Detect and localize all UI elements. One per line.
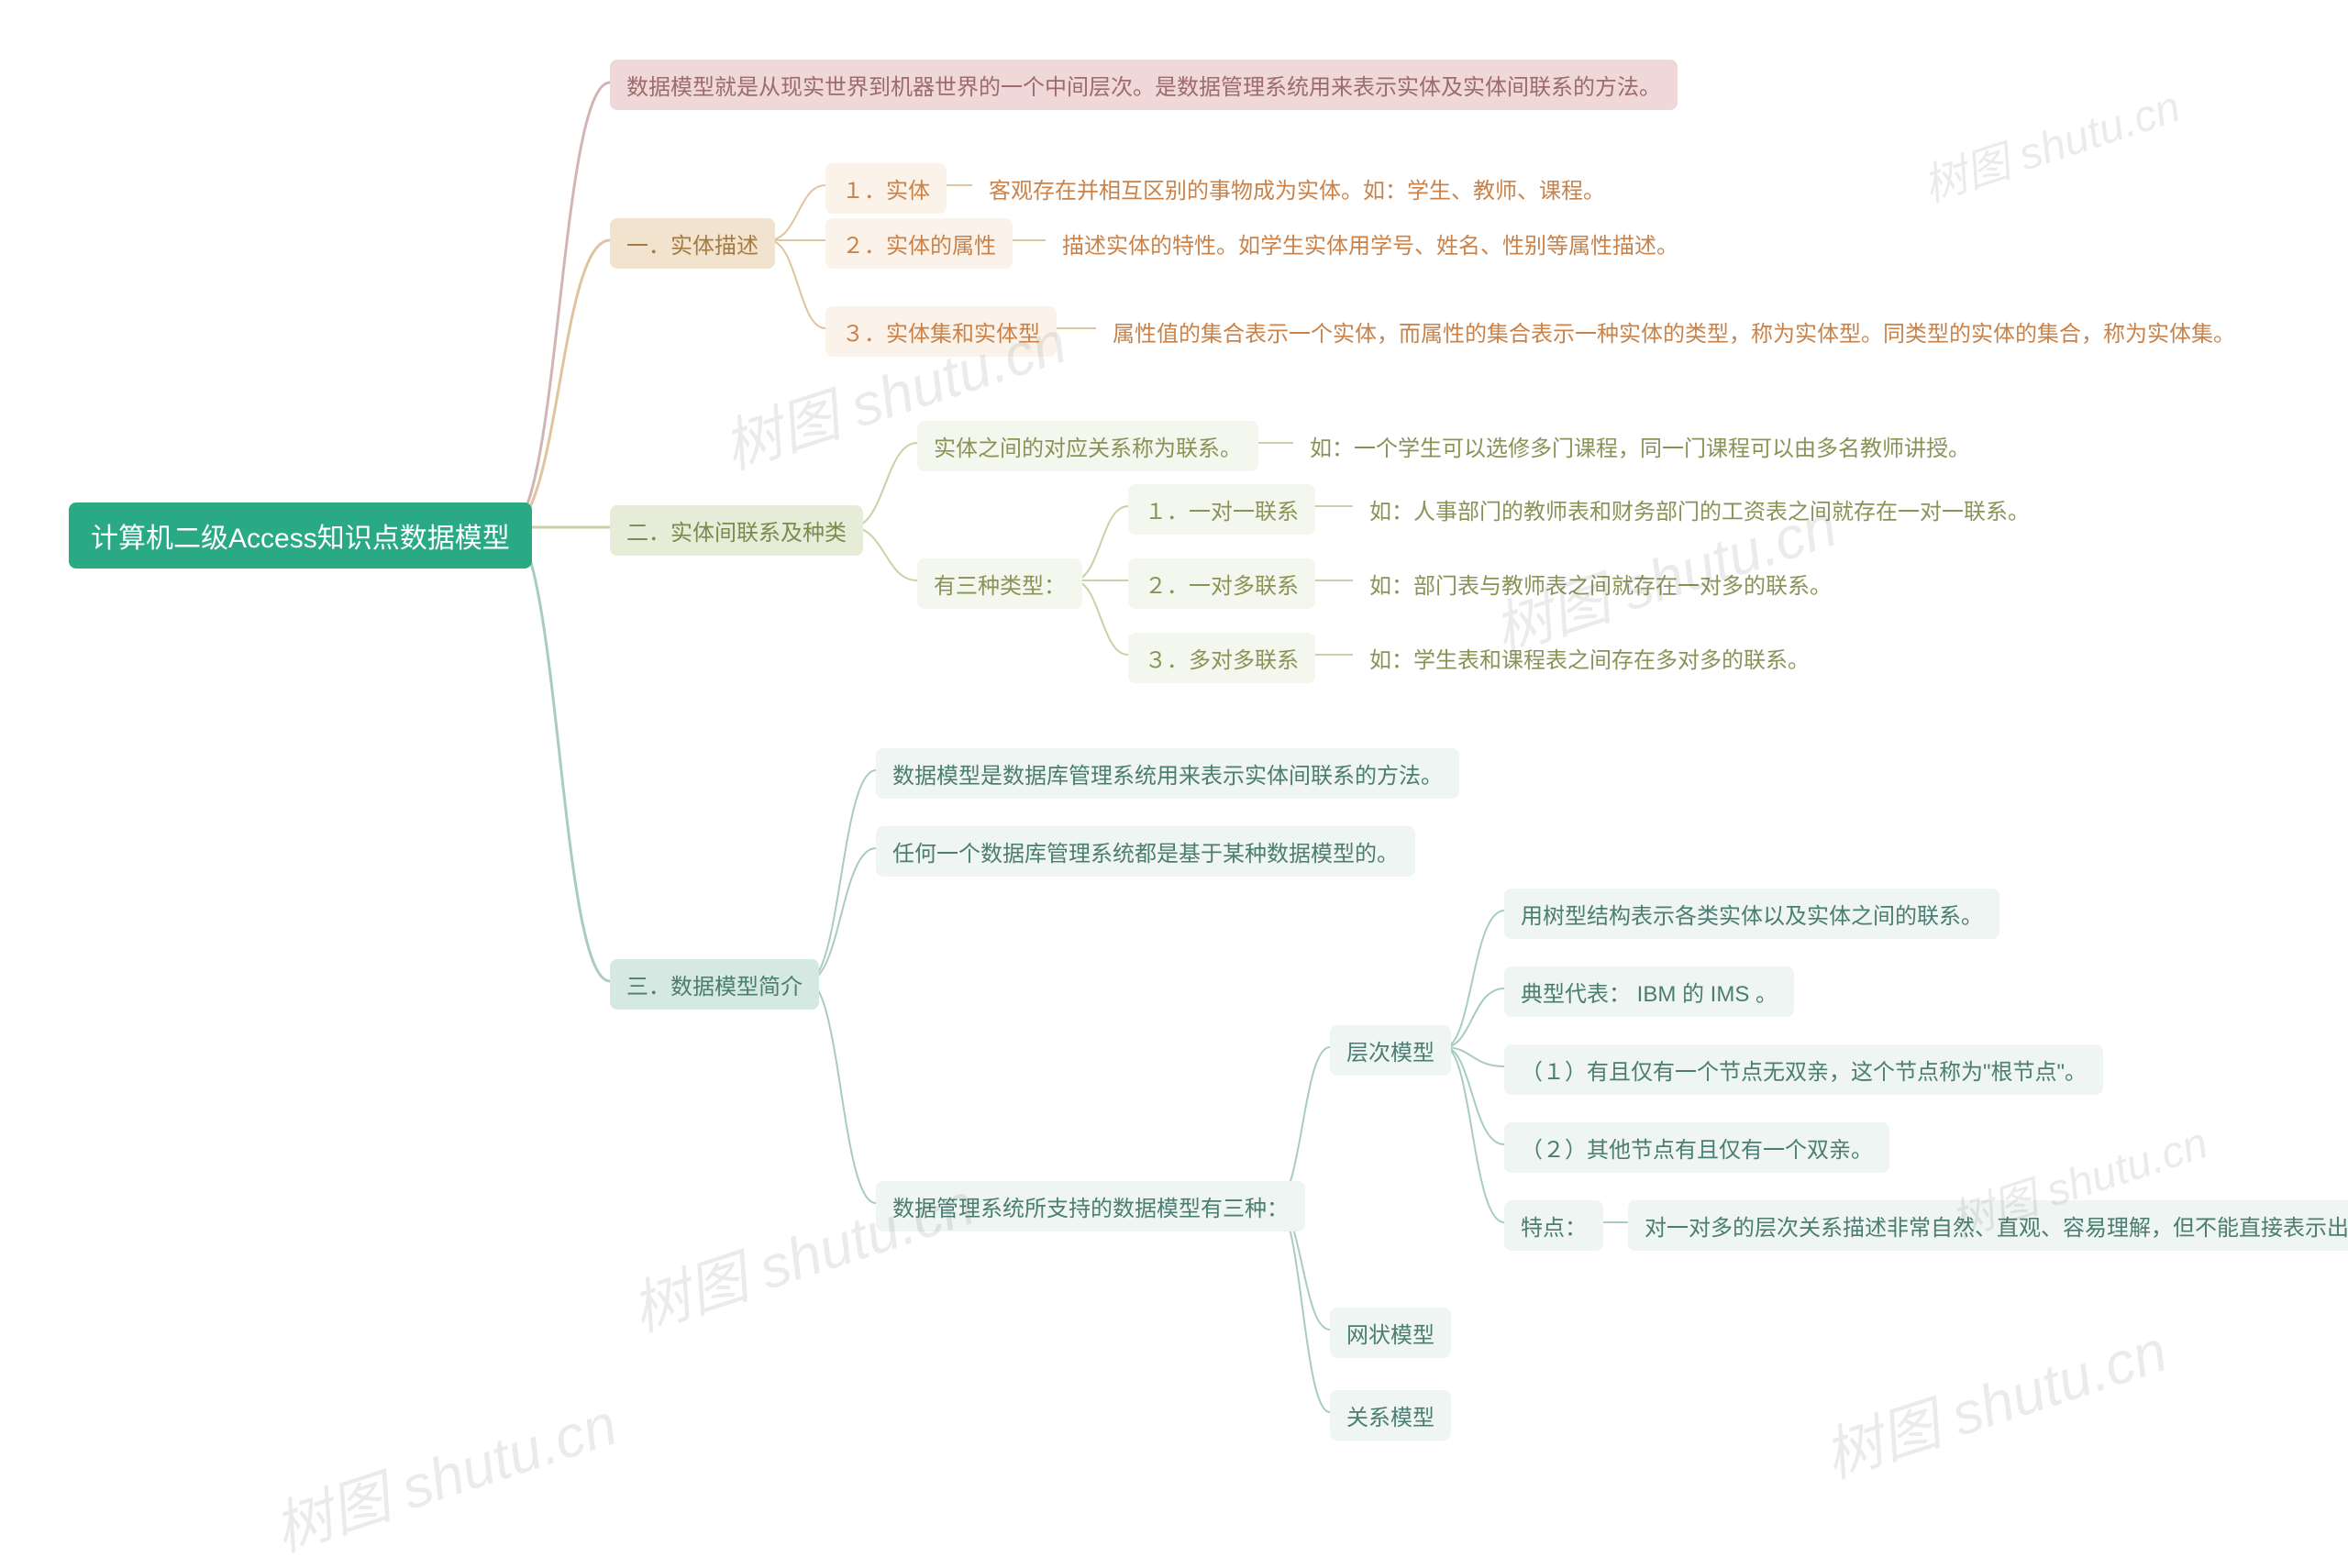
branch-entity-desc[interactable]: 一．实体描述 xyxy=(610,218,775,269)
b2-p2-label[interactable]: 有三种类型： xyxy=(917,558,1082,609)
b3-s2[interactable]: 任何一个数据库管理系统都是基于某种数据模型的。 xyxy=(876,826,1415,877)
b3-m3[interactable]: 关系模型 xyxy=(1330,1390,1451,1441)
b3-m1-d5-text: 对一对多的层次关系描述非常自然、直观、容易理解，但不能直接表示出多对多的联系。 xyxy=(1628,1200,2348,1251)
root-node[interactable]: 计算机二级Access知识点数据模型 xyxy=(69,502,532,569)
b3-m1-d5-label[interactable]: 特点： xyxy=(1504,1200,1603,1251)
b2-t2-text: 如：部门表与教师表之间就存在一对多的联系。 xyxy=(1353,558,1848,609)
b3-s3-label[interactable]: 数据管理系统所支持的数据模型有三种： xyxy=(876,1181,1305,1231)
b2-p1-label[interactable]: 实体之间的对应关系称为联系。 xyxy=(917,421,1258,471)
b1-i3-text: 属性值的集合表示一个实体，而属性的集合表示一种实体的类型，称为实体型。同类型的实… xyxy=(1096,306,2252,357)
branch-data-model[interactable]: 三．数据模型简介 xyxy=(610,959,819,1010)
b3-s1[interactable]: 数据模型是数据库管理系统用来表示实体间联系的方法。 xyxy=(876,748,1459,799)
b3-m1-label[interactable]: 层次模型 xyxy=(1330,1025,1451,1076)
watermark: 树图 shutu.cn xyxy=(1811,1304,2176,1494)
b2-t3-label[interactable]: ３．多对多联系 xyxy=(1128,633,1315,683)
b2-t1-label[interactable]: １．一对一联系 xyxy=(1128,484,1315,535)
b1-i1-text: 客观存在并相互区别的事物成为实体。如：学生、教师、课程。 xyxy=(972,163,1622,214)
b2-t1-text: 如：人事部门的教师表和财务部门的工资表之间就存在一对一联系。 xyxy=(1353,484,2046,535)
branch-intro[interactable]: 数据模型就是从现实世界到机器世界的一个中间层次。是数据管理系统用来表示实体及实体… xyxy=(610,60,1678,110)
b1-i2-text: 描述实体的特性。如学生实体用学号、姓名、性别等属性描述。 xyxy=(1046,218,1695,269)
b3-m1-d4: （２）其他节点有且仅有一个双亲。 xyxy=(1504,1122,1889,1173)
watermark: 树图 shutu.cn xyxy=(1913,71,2187,214)
b2-t3-text: 如：学生表和课程表之间存在多对多的联系。 xyxy=(1353,633,1826,683)
b1-i2-label[interactable]: ２．实体的属性 xyxy=(825,218,1013,269)
b2-t2-label[interactable]: ２．一对多联系 xyxy=(1128,558,1315,609)
b3-m2[interactable]: 网状模型 xyxy=(1330,1308,1451,1358)
b1-i1-label[interactable]: １．实体 xyxy=(825,163,947,214)
b3-m1-d3: （１）有且仅有一个节点无双亲，这个节点称为"根节点"。 xyxy=(1504,1044,2103,1095)
b1-i3-label[interactable]: ３．实体集和实体型 xyxy=(825,306,1057,357)
b2-p1-text: 如：一个学生可以选修多门课程，同一门课程可以由多名教师讲授。 xyxy=(1293,421,1987,471)
b3-m1-d1: 用树型结构表示各类实体以及实体之间的联系。 xyxy=(1504,889,1999,939)
branch-entity-relation[interactable]: 二．实体间联系及种类 xyxy=(610,505,863,556)
b3-m1-d2: 典型代表： IBM 的 IMS 。 xyxy=(1504,966,1794,1017)
watermark: 树图 shutu.cn xyxy=(261,1377,626,1567)
